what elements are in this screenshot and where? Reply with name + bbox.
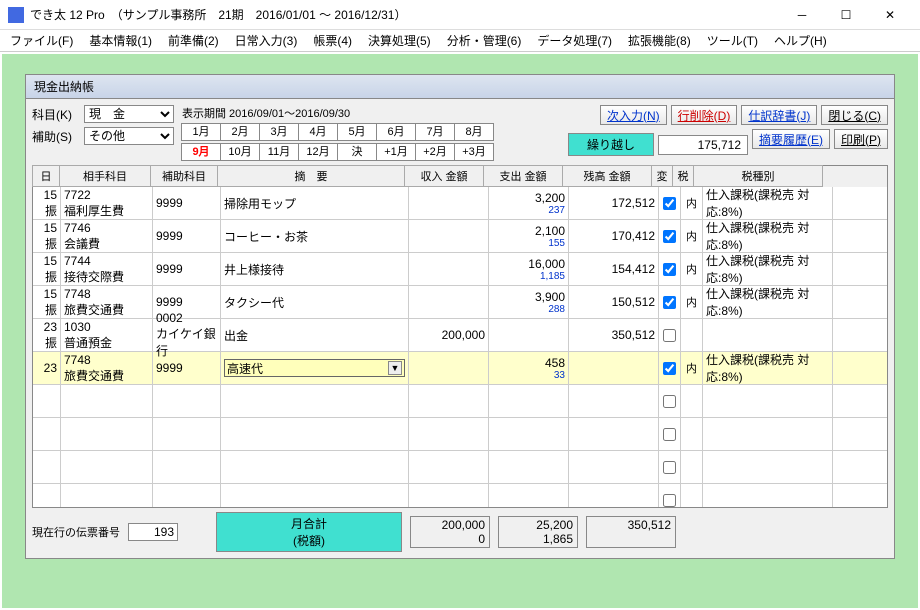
table-row[interactable] — [33, 385, 887, 418]
table-row[interactable]: 15振7744接待交際費9999井上様接待16,0001,185154,412内… — [33, 253, 887, 286]
change-checkbox[interactable] — [663, 263, 676, 276]
subject-label: 科目(K) — [32, 106, 80, 123]
month-button[interactable]: 8月 — [454, 123, 494, 141]
print-button[interactable]: 印刷(P) — [834, 129, 888, 149]
change-checkbox[interactable] — [663, 230, 676, 243]
col-day: 日 — [32, 165, 60, 187]
change-checkbox[interactable] — [663, 197, 676, 210]
month-button[interactable]: 5月 — [337, 123, 377, 141]
delete-row-button[interactable]: 行削除(D) — [671, 105, 738, 125]
month-button[interactable]: 6月 — [376, 123, 416, 141]
month-button[interactable]: 4月 — [298, 123, 338, 141]
month-button[interactable]: +3月 — [454, 143, 494, 161]
month-button[interactable]: 2月 — [220, 123, 260, 141]
table-row[interactable]: 15振7746会議費9999コーヒー・お茶2,100155170,412内仕入課… — [33, 220, 887, 253]
slip-number-value: 193 — [128, 523, 178, 541]
month-button[interactable]: 3月 — [259, 123, 299, 141]
change-checkbox[interactable] — [663, 329, 676, 342]
menu-item[interactable]: 決算処理(5) — [362, 30, 437, 51]
col-balance: 残高 金額 — [562, 165, 652, 187]
carry-over-value: 175,712 — [658, 135, 748, 155]
panel-title: 現金出納帳 — [26, 75, 894, 99]
table-row[interactable] — [33, 484, 887, 507]
total-balance: 350,512 — [586, 516, 676, 548]
month-button[interactable]: 決 — [337, 143, 377, 161]
total-expense: 25,2001,865 — [498, 516, 578, 548]
month-button[interactable]: 1月 — [181, 123, 221, 141]
month-button[interactable]: 11月 — [259, 143, 299, 161]
month-total-label: 月合計(税額) — [216, 512, 402, 552]
menu-item[interactable]: 帳票(4) — [307, 30, 358, 51]
month-button[interactable]: +2月 — [415, 143, 455, 161]
description-input[interactable]: 高速代▼ — [224, 359, 405, 377]
change-checkbox[interactable] — [663, 428, 676, 441]
table-row[interactable]: 23振1030普通預金0002カイケイ銀行出金200,000350,512 — [33, 319, 887, 352]
grid-body[interactable]: 15振7722福利厚生費9999掃除用モップ3,200237172,512内仕入… — [33, 187, 887, 507]
menubar: ファイル(F)基本情報(1)前準備(2)日常入力(3)帳票(4)決算処理(5)分… — [0, 30, 920, 52]
menu-item[interactable]: 基本情報(1) — [83, 30, 158, 51]
menu-item[interactable]: 分析・管理(6) — [441, 30, 528, 51]
period-label: 表示期間 2016/09/01～2016/09/30 — [182, 105, 494, 121]
total-income: 200,0000 — [410, 516, 490, 548]
desc-history-button[interactable]: 摘要履歴(E) — [752, 129, 830, 149]
menu-item[interactable]: ヘルプ(H) — [768, 30, 833, 51]
menu-item[interactable]: 前準備(2) — [162, 30, 225, 51]
aux-label: 補助(S) — [32, 128, 80, 145]
content-area: 現金出納帳 科目(K) 現 金 補助(S) その他 表示期間 2016/09/0… — [2, 54, 918, 608]
col-taxtype: 税種別 — [693, 165, 823, 187]
col-change: 変 — [651, 165, 673, 187]
journal-dict-button[interactable]: 仕訳辞書(J) — [741, 105, 817, 125]
aux-select[interactable]: その他 — [84, 127, 174, 145]
cash-book-panel: 現金出納帳 科目(K) 現 金 補助(S) その他 表示期間 2016/09/0… — [25, 74, 895, 559]
month-button[interactable]: 10月 — [220, 143, 260, 161]
next-input-button[interactable]: 次入力(N) — [600, 105, 667, 125]
dropdown-icon[interactable]: ▼ — [388, 361, 402, 375]
month-button[interactable]: 9月 — [181, 143, 221, 161]
menu-item[interactable]: ファイル(F) — [4, 30, 79, 51]
menu-item[interactable]: データ処理(7) — [531, 30, 618, 51]
change-checkbox[interactable] — [663, 395, 676, 408]
subject-select[interactable]: 現 金 — [84, 105, 174, 123]
col-tax: 税 — [672, 165, 694, 187]
table-row[interactable]: 237748旅費交通費9999高速代▼45833内仕入課税(課税売 対応:8%) — [33, 352, 887, 385]
ledger-grid: 日 相手科目 補助科目 摘 要 収入 金額 支出 金額 残高 金額 変 税 税種… — [32, 165, 888, 508]
menu-item[interactable]: ツール(T) — [701, 30, 764, 51]
menu-item[interactable]: 日常入力(3) — [229, 30, 304, 51]
month-button[interactable]: 12月 — [298, 143, 338, 161]
close-button[interactable]: ✕ — [868, 1, 912, 29]
slip-number-label: 現在行の伝票番号 — [32, 524, 120, 540]
carry-over-label: 繰り越し — [568, 133, 654, 156]
col-sub: 補助科目 — [150, 165, 218, 187]
menu-item[interactable]: 拡張機能(8) — [622, 30, 697, 51]
col-account: 相手科目 — [59, 165, 151, 187]
table-row[interactable] — [33, 418, 887, 451]
titlebar: でき太 12 Pro （サンプル事務所 21期 2016/01/01 ～ 201… — [0, 0, 920, 30]
month-button[interactable]: +1月 — [376, 143, 416, 161]
app-icon — [8, 7, 24, 23]
window-title: でき太 12 Pro （サンプル事務所 21期 2016/01/01 ～ 201… — [30, 6, 780, 23]
col-desc: 摘 要 — [217, 165, 405, 187]
change-checkbox[interactable] — [663, 494, 676, 507]
change-checkbox[interactable] — [663, 362, 676, 375]
month-button[interactable]: 7月 — [415, 123, 455, 141]
table-row[interactable] — [33, 451, 887, 484]
minimize-button[interactable]: ─ — [780, 1, 824, 29]
col-expense: 支出 金額 — [483, 165, 563, 187]
col-income: 収入 金額 — [404, 165, 484, 187]
close-panel-button[interactable]: 閉じる(C) — [821, 105, 888, 125]
maximize-button[interactable]: ☐ — [824, 1, 868, 29]
table-row[interactable]: 15振7722福利厚生費9999掃除用モップ3,200237172,512内仕入… — [33, 187, 887, 220]
change-checkbox[interactable] — [663, 461, 676, 474]
change-checkbox[interactable] — [663, 296, 676, 309]
